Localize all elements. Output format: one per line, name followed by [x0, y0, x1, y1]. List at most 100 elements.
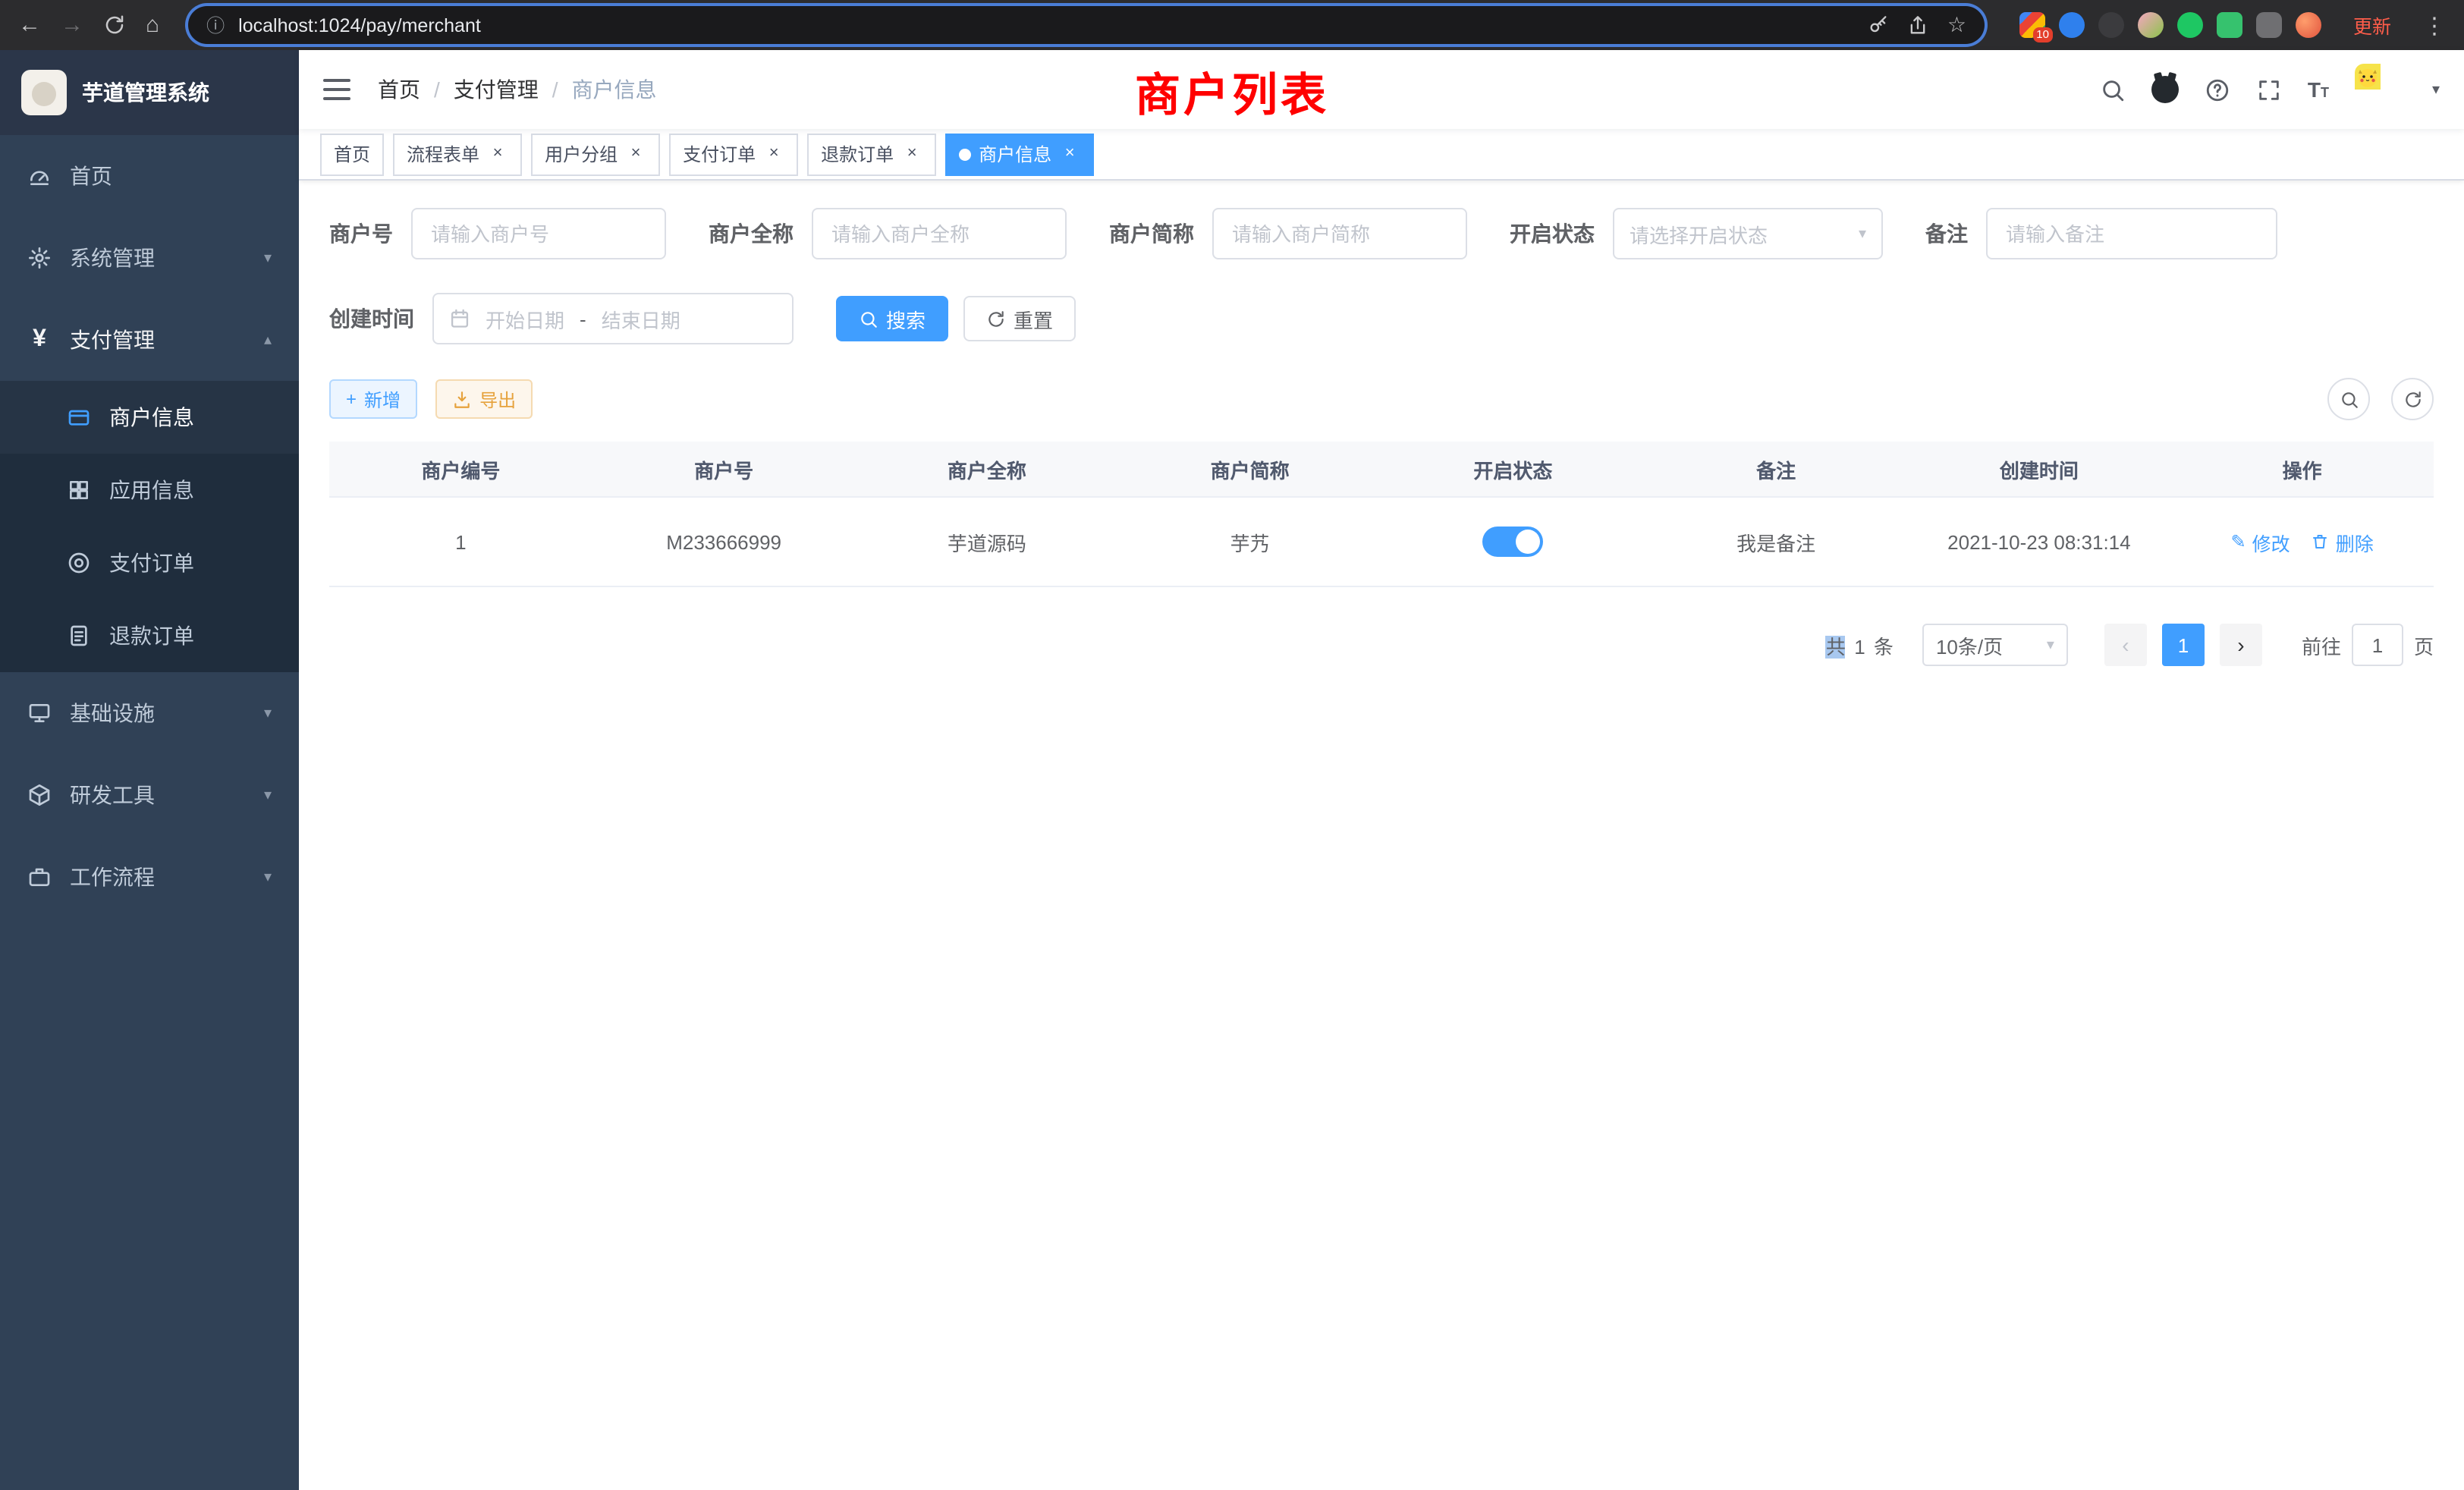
briefcase-icon: [27, 865, 52, 889]
tab-pay-order[interactable]: 支付订单 ×: [669, 133, 798, 175]
close-icon[interactable]: ×: [487, 143, 508, 165]
sidebar-item-infrastructure[interactable]: 基础设施 ▾: [0, 672, 299, 754]
status-select[interactable]: 请选择开启状态 ▾: [1613, 208, 1883, 259]
back-icon[interactable]: ←: [18, 14, 41, 36]
filter-create-time: 创建时间 开始日期 - 结束日期: [329, 293, 794, 344]
edit-link[interactable]: ✎ 修改: [2231, 527, 2290, 556]
extension-dark-icon[interactable]: [2098, 12, 2124, 38]
filter-merchant-no: 商户号: [329, 208, 666, 259]
next-page-button[interactable]: ›: [2220, 624, 2262, 666]
chevron-down-icon: ▾: [264, 250, 272, 266]
sidebar-submenu-payment: 商户信息 应用信息 支付订单 退款订单: [0, 381, 299, 672]
date-range-picker[interactable]: 开始日期 - 结束日期: [432, 293, 794, 344]
tab-home[interactable]: 首页: [320, 133, 384, 175]
sidebar-item-merchant-info[interactable]: 商户信息: [0, 381, 299, 454]
site-info-icon[interactable]: ⓘ: [206, 12, 225, 38]
add-button[interactable]: + 新增: [329, 379, 417, 419]
page-number-button[interactable]: 1: [2162, 624, 2205, 666]
goto-page-input[interactable]: [2352, 624, 2403, 666]
close-icon[interactable]: ×: [763, 143, 784, 165]
full-name-input[interactable]: [812, 208, 1067, 259]
share-icon[interactable]: [1908, 14, 1929, 36]
extension-avatar-icon[interactable]: [2138, 12, 2164, 38]
sidebar-item-workflow[interactable]: 工作流程 ▾: [0, 836, 299, 918]
merchant-no-input[interactable]: [411, 208, 666, 259]
document-icon: [67, 624, 91, 648]
range-separator: -: [580, 307, 586, 330]
export-button[interactable]: 导出: [435, 379, 533, 419]
sidebar-item-payment[interactable]: ¥ 支付管理 ▴: [0, 299, 299, 381]
remark-input[interactable]: [1986, 208, 2277, 259]
logo-avatar: [21, 70, 67, 115]
password-key-icon[interactable]: [1868, 14, 1890, 36]
delete-link[interactable]: 删除: [2312, 527, 2374, 556]
extensions-puzzle-icon[interactable]: [2256, 12, 2282, 38]
sidebar-item-refund-order[interactable]: 退款订单: [0, 599, 299, 672]
forward-icon[interactable]: →: [61, 14, 83, 36]
tab-process-form[interactable]: 流程表单 ×: [393, 133, 522, 175]
address-bar[interactable]: ⓘ localhost:1024/pay/merchant ☆: [188, 6, 1985, 44]
prev-page-button[interactable]: ‹: [2104, 624, 2147, 666]
sidebar-item-label: 支付管理: [70, 325, 155, 355]
cell-merchant-id: 1: [329, 530, 592, 553]
sidebar-logo[interactable]: 芋道管理系统: [0, 50, 299, 135]
short-name-input[interactable]: [1212, 208, 1467, 259]
calendar-icon: [449, 308, 470, 329]
font-size-icon[interactable]: TT: [2308, 77, 2329, 102]
sidebar-item-dev-tools[interactable]: 研发工具 ▾: [0, 754, 299, 836]
page-size-select[interactable]: 10条/页 ▾: [1922, 624, 2068, 666]
sidebar-item-app-info[interactable]: 应用信息: [0, 454, 299, 527]
sidebar-item-pay-order[interactable]: 支付订单: [0, 527, 299, 599]
browser-menu-icon[interactable]: ⋮: [2423, 11, 2446, 39]
reload-icon[interactable]: [103, 14, 126, 36]
goto-label: 前往: [2302, 630, 2341, 659]
close-icon[interactable]: ×: [1059, 143, 1080, 165]
breadcrumb-home[interactable]: 首页: [378, 74, 420, 105]
extension-note-icon[interactable]: [2217, 12, 2242, 38]
extension-drop-icon[interactable]: [2059, 12, 2085, 38]
yen-icon: ¥: [27, 326, 52, 354]
chevron-down-icon: ▾: [264, 705, 272, 721]
refresh-table-button[interactable]: [2391, 378, 2434, 420]
extension-colorful-icon[interactable]: 10: [2019, 12, 2045, 38]
extension-green-circle-icon[interactable]: [2177, 12, 2203, 38]
update-button[interactable]: 更新: [2353, 11, 2391, 39]
pagination: 共 1 条 10条/页 ▾ ‹ 1 › 前往 页: [329, 624, 2434, 666]
chevron-down-icon: ▾: [264, 869, 272, 885]
tab-user-group[interactable]: 用户分组 ×: [531, 133, 660, 175]
home-icon[interactable]: ⌂: [146, 14, 159, 36]
hamburger-icon[interactable]: [323, 79, 350, 100]
close-icon[interactable]: ×: [625, 143, 646, 165]
sidebar-item-label: 工作流程: [70, 862, 155, 892]
tab-label: 流程表单: [407, 141, 479, 167]
add-button-label: 新增: [364, 386, 401, 412]
trash-icon: [2312, 533, 2330, 551]
search-icon[interactable]: [2100, 77, 2126, 102]
box-icon: [27, 783, 52, 807]
filter-remark: 备注: [1925, 208, 2277, 259]
filter-label: 备注: [1925, 218, 1968, 249]
status-toggle[interactable]: [1482, 527, 1543, 557]
search-button[interactable]: 搜索: [836, 296, 948, 341]
user-avatar[interactable]: [2355, 64, 2406, 115]
filter-label: 商户简称: [1109, 218, 1194, 249]
profile-avatar-icon[interactable]: [2296, 12, 2321, 38]
page-size-value: 10条/页: [1936, 630, 2003, 659]
sidebar-item-home[interactable]: 首页: [0, 135, 299, 217]
bookmark-star-icon[interactable]: ☆: [1947, 12, 1966, 38]
fullscreen-icon[interactable]: [2256, 77, 2282, 102]
tab-label: 支付订单: [683, 141, 756, 167]
toggle-search-button[interactable]: [2327, 378, 2370, 420]
close-icon[interactable]: ×: [901, 143, 922, 165]
extension-badge: 10: [2032, 27, 2053, 42]
sidebar-item-system[interactable]: 系统管理 ▾: [0, 217, 299, 299]
column-header: 商户号: [592, 454, 856, 483]
help-icon[interactable]: [2205, 77, 2230, 102]
github-icon[interactable]: [2151, 76, 2179, 103]
caret-down-icon[interactable]: ▾: [2432, 81, 2440, 98]
tab-refund-order[interactable]: 退款订单 ×: [807, 133, 936, 175]
breadcrumb-section[interactable]: 支付管理: [454, 74, 539, 105]
reset-button[interactable]: 重置: [963, 296, 1076, 341]
sidebar-item-label: 商户信息: [109, 402, 194, 432]
tab-merchant-info[interactable]: 商户信息 ×: [945, 133, 1094, 175]
